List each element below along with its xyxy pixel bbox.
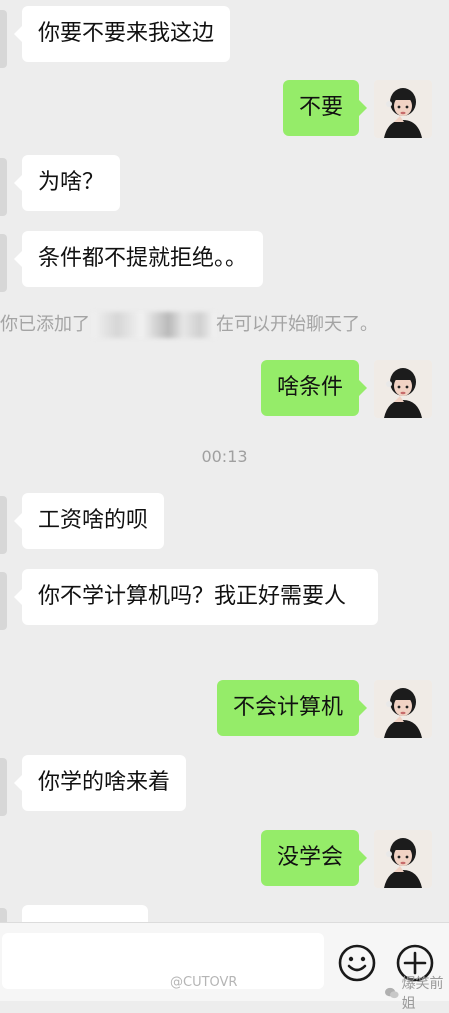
account-watermark: 爆笑前姐 xyxy=(385,973,449,1013)
message-bubble-incoming[interactable]: 工资啥的呗 xyxy=(13,493,165,549)
timestamp: 00:13 xyxy=(201,447,248,466)
contact-avatar[interactable] xyxy=(0,758,7,816)
blurred-contact-name xyxy=(93,312,215,338)
message-bubble-outgoing[interactable]: 啥条件 xyxy=(260,360,368,416)
my-avatar[interactable] xyxy=(374,80,432,138)
contact-avatar[interactable] xyxy=(0,158,7,216)
message-bubble-outgoing[interactable]: 不会计算机 xyxy=(216,680,368,736)
contact-avatar[interactable] xyxy=(0,234,7,292)
message-bubble-outgoing[interactable]: 没学会 xyxy=(260,830,368,886)
message-bubble-outgoing[interactable]: 不要 xyxy=(282,80,368,136)
system-notice-text: 在可以开始聊天了。 xyxy=(216,314,378,335)
message-bubble-incoming[interactable]: 条件都不提就拒绝。。 xyxy=(13,231,264,287)
message-input[interactable] xyxy=(2,933,324,989)
account-name: 爆笑前姐 xyxy=(401,976,444,1012)
weibo-watermark: @CUTOVR xyxy=(170,975,238,990)
message-bubble-incoming[interactable]: 你学的啥来着 xyxy=(13,755,187,811)
my-avatar[interactable] xyxy=(374,360,432,418)
message-bubble-incoming[interactable]: 为啥？ xyxy=(13,155,121,211)
message-bubble-incoming[interactable]: 你要不要来我这边 xyxy=(13,6,231,62)
emoji-icon xyxy=(338,944,376,982)
emoji-button[interactable] xyxy=(337,943,377,983)
contact-avatar[interactable] xyxy=(0,572,7,630)
chat-area: 你要不要来我这边 不要 为啥？ 条件都不提就拒绝。。 你已添加了 在可以开始聊天… xyxy=(0,0,449,930)
my-avatar[interactable] xyxy=(374,680,432,738)
contact-avatar[interactable] xyxy=(0,10,7,68)
system-notice-text: 你已添加了 xyxy=(0,314,90,335)
my-avatar[interactable] xyxy=(374,830,432,888)
contact-avatar[interactable] xyxy=(0,496,7,554)
message-bubble-incoming[interactable]: 你不学计算机吗？我正好需要人 xyxy=(14,569,378,625)
wechat-icon xyxy=(385,987,399,999)
system-notice: 你已添加了 在可以开始聊天了。 xyxy=(0,308,449,342)
